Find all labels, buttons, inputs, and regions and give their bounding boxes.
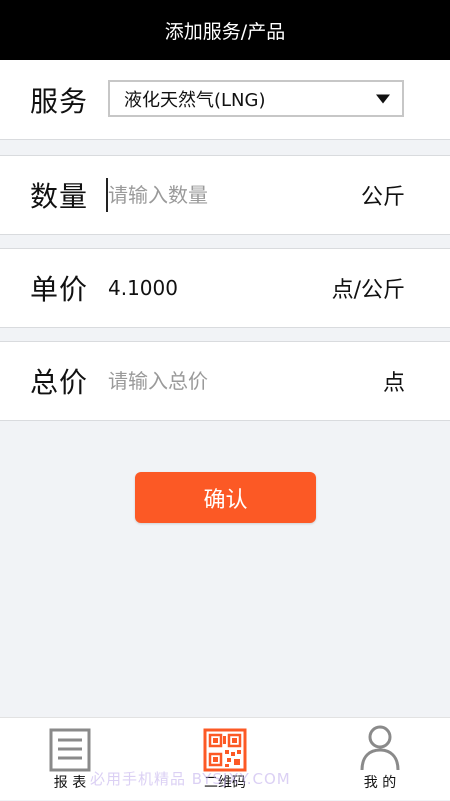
qrcode-icon bbox=[203, 728, 247, 772]
service-select[interactable]: 液化天然气(LNG) bbox=[108, 80, 404, 117]
service-selected-value: 液化天然气(LNG) bbox=[124, 89, 266, 111]
service-row: 服务 液化天然气(LNG) bbox=[0, 60, 450, 140]
person-icon bbox=[360, 725, 400, 771]
total-price-input[interactable] bbox=[108, 364, 338, 398]
unit-price-value: 4.1000 bbox=[108, 276, 178, 300]
app-header: 添加服务/产品 bbox=[0, 0, 450, 60]
unit-price-unit: 点/公斤 bbox=[331, 278, 405, 303]
watermark: 必用手机精品 BYSJXY.COM bbox=[90, 770, 291, 788]
total-price-label: 总价 bbox=[30, 366, 89, 399]
quantity-input[interactable] bbox=[108, 178, 338, 212]
dropdown-caret-icon bbox=[376, 94, 390, 103]
total-price-row: 总价 点 bbox=[0, 341, 450, 421]
unit-price-row: 单价 4.1000 点/公斤 bbox=[0, 248, 450, 328]
service-label: 服务 bbox=[30, 84, 89, 118]
quantity-label: 数量 bbox=[30, 180, 89, 213]
tab-mine[interactable]: 我 的 bbox=[330, 718, 430, 801]
report-icon bbox=[49, 728, 91, 772]
page-title: 添加服务/产品 bbox=[164, 20, 286, 43]
unit-price-label: 单价 bbox=[30, 273, 89, 306]
quantity-unit: 公斤 bbox=[360, 185, 405, 210]
tab-mine-label: 我 的 bbox=[363, 775, 397, 791]
quantity-row: 数量 公斤 bbox=[0, 155, 450, 235]
confirm-button[interactable]: 确认 bbox=[135, 472, 316, 523]
total-price-unit: 点 bbox=[382, 371, 405, 396]
